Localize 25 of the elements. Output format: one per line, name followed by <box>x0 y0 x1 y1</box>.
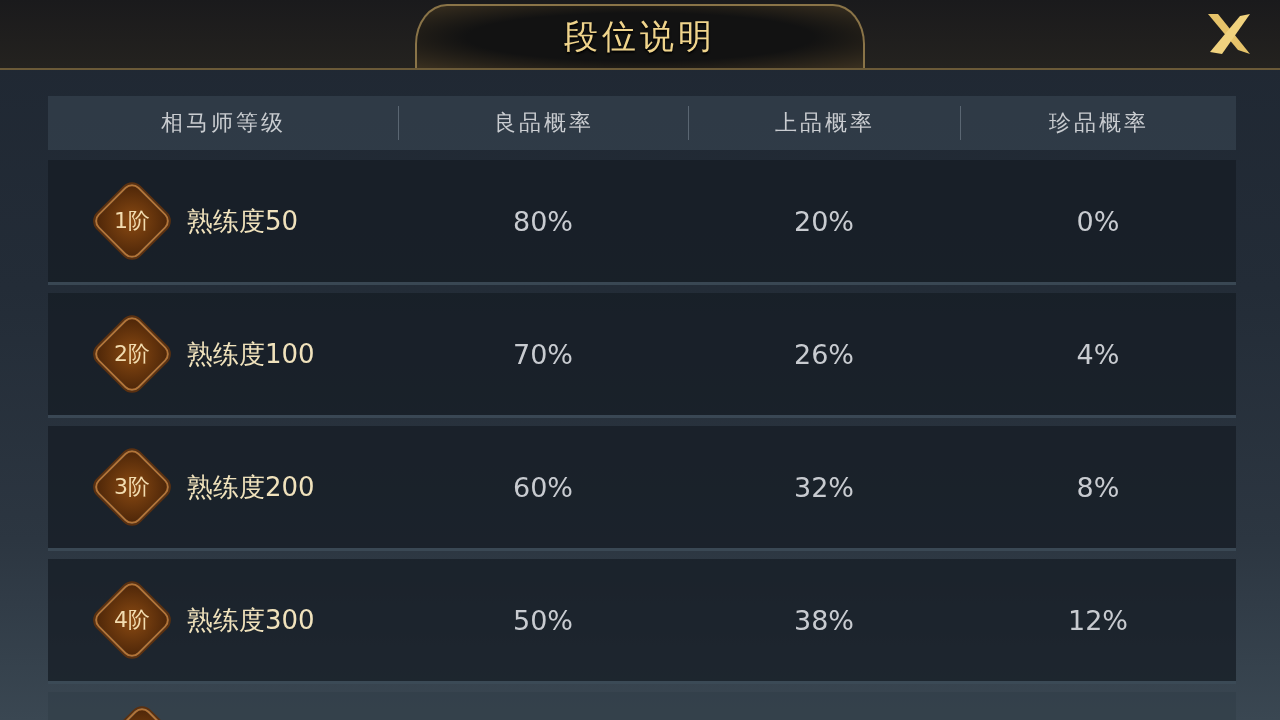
probability-value: 4% <box>1076 338 1120 370</box>
column-header: 上品概率 <box>774 109 875 137</box>
proficiency-label: 熟练度200 <box>187 470 315 504</box>
proficiency-label: 熟练度300 <box>187 603 315 637</box>
tier-badge: 2阶 <box>91 313 173 395</box>
probability-value: 0% <box>1076 205 1120 237</box>
proficiency-label: 熟练度100 <box>187 337 315 371</box>
tier-badge: 1阶 <box>91 180 173 262</box>
column-header: 珍品概率 <box>1048 109 1149 137</box>
probability-value: 38% <box>794 604 854 636</box>
probability-value: 70% <box>513 338 573 370</box>
probability-value: 20% <box>794 205 854 237</box>
column-header: 良品概率 <box>493 109 594 137</box>
dialog-title: 段位说明 <box>564 15 716 58</box>
probability-value: 26% <box>794 338 854 370</box>
probability-value: 12% <box>1068 604 1128 636</box>
probability-value: 50% <box>513 604 573 636</box>
tier-badge: 4阶 <box>91 579 173 661</box>
column-header: 相马师等级 <box>160 109 286 137</box>
probability-value: 80% <box>513 205 573 237</box>
probability-value: 8% <box>1076 471 1120 503</box>
tier-badge: 3阶 <box>91 446 173 528</box>
proficiency-label: 熟练度50 <box>187 204 299 238</box>
probability-value: 32% <box>794 471 854 503</box>
probability-value: 60% <box>513 471 573 503</box>
